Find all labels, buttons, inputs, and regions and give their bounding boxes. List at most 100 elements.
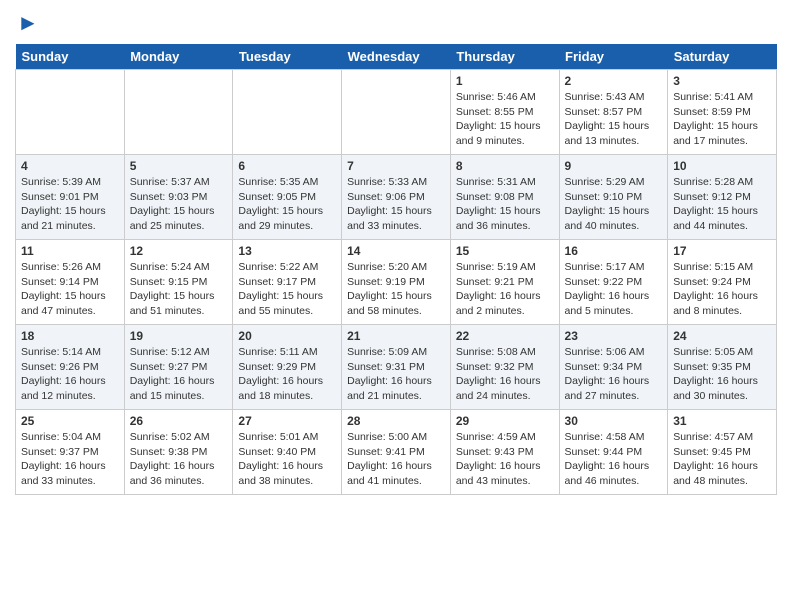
- calendar-cell: 14 Sunrise: 5:20 AMSunset: 9:19 PMDayligh…: [342, 240, 451, 325]
- day-number: 7: [347, 159, 445, 173]
- day-number: 2: [565, 74, 663, 88]
- day-info: Sunrise: 5:06 AMSunset: 9:34 PMDaylight:…: [565, 345, 663, 404]
- calendar-cell: 27 Sunrise: 5:01 AMSunset: 9:40 PMDayligh…: [233, 410, 342, 495]
- day-number: 28: [347, 414, 445, 428]
- day-number: 21: [347, 329, 445, 343]
- week-row-3: 11 Sunrise: 5:26 AMSunset: 9:14 PMDayligh…: [16, 240, 777, 325]
- day-info: Sunrise: 5:29 AMSunset: 9:10 PMDaylight:…: [565, 175, 663, 234]
- calendar-cell: 20 Sunrise: 5:11 AMSunset: 9:29 PMDayligh…: [233, 325, 342, 410]
- day-number: 14: [347, 244, 445, 258]
- day-info: Sunrise: 5:04 AMSunset: 9:37 PMDaylight:…: [21, 430, 119, 489]
- calendar-cell: 26 Sunrise: 5:02 AMSunset: 9:38 PMDayligh…: [124, 410, 233, 495]
- weekday-header-friday: Friday: [559, 44, 668, 70]
- calendar-cell: 13 Sunrise: 5:22 AMSunset: 9:17 PMDayligh…: [233, 240, 342, 325]
- day-number: 1: [456, 74, 554, 88]
- calendar-cell: 28 Sunrise: 5:00 AMSunset: 9:41 PMDayligh…: [342, 410, 451, 495]
- calendar-cell: 18 Sunrise: 5:14 AMSunset: 9:26 PMDayligh…: [16, 325, 125, 410]
- day-info: Sunrise: 4:58 AMSunset: 9:44 PMDaylight:…: [565, 430, 663, 489]
- day-number: 11: [21, 244, 119, 258]
- calendar-cell: 21 Sunrise: 5:09 AMSunset: 9:31 PMDayligh…: [342, 325, 451, 410]
- day-info: Sunrise: 5:43 AMSunset: 8:57 PMDaylight:…: [565, 90, 663, 149]
- weekday-header-tuesday: Tuesday: [233, 44, 342, 70]
- calendar-cell: [16, 70, 125, 155]
- day-number: 16: [565, 244, 663, 258]
- logo-icon: ►: [17, 10, 39, 36]
- calendar-cell: 16 Sunrise: 5:17 AMSunset: 9:22 PMDayligh…: [559, 240, 668, 325]
- weekday-header-thursday: Thursday: [450, 44, 559, 70]
- day-info: Sunrise: 5:28 AMSunset: 9:12 PMDaylight:…: [673, 175, 771, 234]
- day-info: Sunrise: 5:14 AMSunset: 9:26 PMDaylight:…: [21, 345, 119, 404]
- day-number: 20: [238, 329, 336, 343]
- calendar-cell: 11 Sunrise: 5:26 AMSunset: 9:14 PMDayligh…: [16, 240, 125, 325]
- calendar-cell: 4Sunrise: 5:39 AMSunset: 9:01 PMDaylight…: [16, 155, 125, 240]
- day-info: Sunrise: 5:24 AMSunset: 9:15 PMDaylight:…: [130, 260, 228, 319]
- calendar-cell: 7 Sunrise: 5:33 AMSunset: 9:06 PMDaylight…: [342, 155, 451, 240]
- calendar-cell: 29Sunrise: 4:59 AMSunset: 9:43 PMDayligh…: [450, 410, 559, 495]
- calendar-cell: 25 Sunrise: 5:04 AMSunset: 9:37 PMDayligh…: [16, 410, 125, 495]
- day-info: Sunrise: 5:37 AMSunset: 9:03 PMDaylight:…: [130, 175, 228, 234]
- weekday-header-sunday: Sunday: [16, 44, 125, 70]
- day-info: Sunrise: 5:46 AMSunset: 8:55 PMDaylight:…: [456, 90, 554, 149]
- day-info: Sunrise: 5:11 AMSunset: 9:29 PMDaylight:…: [238, 345, 336, 404]
- calendar-cell: 31 Sunrise: 4:57 AMSunset: 9:45 PMDayligh…: [668, 410, 777, 495]
- day-info: Sunrise: 5:05 AMSunset: 9:35 PMDaylight:…: [673, 345, 771, 404]
- day-info: Sunrise: 5:09 AMSunset: 9:31 PMDaylight:…: [347, 345, 445, 404]
- day-number: 26: [130, 414, 228, 428]
- header: ►: [15, 10, 777, 36]
- day-number: 13: [238, 244, 336, 258]
- day-number: 27: [238, 414, 336, 428]
- day-info: Sunrise: 5:17 AMSunset: 9:22 PMDaylight:…: [565, 260, 663, 319]
- day-number: 3: [673, 74, 771, 88]
- day-number: 19: [130, 329, 228, 343]
- logo: ►: [15, 10, 39, 36]
- day-info: Sunrise: 5:39 AMSunset: 9:01 PMDaylight:…: [21, 175, 119, 234]
- day-info: Sunrise: 5:19 AMSunset: 9:21 PMDaylight:…: [456, 260, 554, 319]
- day-info: Sunrise: 5:35 AMSunset: 9:05 PMDaylight:…: [238, 175, 336, 234]
- calendar-cell: [124, 70, 233, 155]
- day-info: Sunrise: 4:57 AMSunset: 9:45 PMDaylight:…: [673, 430, 771, 489]
- day-number: 24: [673, 329, 771, 343]
- calendar-cell: 30 Sunrise: 4:58 AMSunset: 9:44 PMDayligh…: [559, 410, 668, 495]
- week-row-2: 4Sunrise: 5:39 AMSunset: 9:01 PMDaylight…: [16, 155, 777, 240]
- calendar-cell: 8Sunrise: 5:31 AMSunset: 9:08 PMDaylight…: [450, 155, 559, 240]
- weekday-header-wednesday: Wednesday: [342, 44, 451, 70]
- day-number: 5: [130, 159, 228, 173]
- calendar-cell: 10 Sunrise: 5:28 AMSunset: 9:12 PMDayligh…: [668, 155, 777, 240]
- day-number: 31: [673, 414, 771, 428]
- calendar-cell: 2 Sunrise: 5:43 AMSunset: 8:57 PMDaylight…: [559, 70, 668, 155]
- day-number: 30: [565, 414, 663, 428]
- day-info: Sunrise: 5:20 AMSunset: 9:19 PMDaylight:…: [347, 260, 445, 319]
- day-info: Sunrise: 5:08 AMSunset: 9:32 PMDaylight:…: [456, 345, 554, 404]
- day-number: 18: [21, 329, 119, 343]
- calendar-cell: 1 Sunrise: 5:46 AMSunset: 8:55 PMDaylight…: [450, 70, 559, 155]
- weekday-header-row: SundayMondayTuesdayWednesdayThursdayFrid…: [16, 44, 777, 70]
- day-number: 12: [130, 244, 228, 258]
- weekday-header-monday: Monday: [124, 44, 233, 70]
- calendar-cell: 6 Sunrise: 5:35 AMSunset: 9:05 PMDaylight…: [233, 155, 342, 240]
- day-number: 25: [21, 414, 119, 428]
- week-row-5: 25 Sunrise: 5:04 AMSunset: 9:37 PMDayligh…: [16, 410, 777, 495]
- calendar-cell: 17Sunrise: 5:15 AMSunset: 9:24 PMDayligh…: [668, 240, 777, 325]
- week-row-4: 18 Sunrise: 5:14 AMSunset: 9:26 PMDayligh…: [16, 325, 777, 410]
- day-info: Sunrise: 5:22 AMSunset: 9:17 PMDaylight:…: [238, 260, 336, 319]
- calendar-cell: [233, 70, 342, 155]
- day-info: Sunrise: 5:33 AMSunset: 9:06 PMDaylight:…: [347, 175, 445, 234]
- day-info: Sunrise: 5:02 AMSunset: 9:38 PMDaylight:…: [130, 430, 228, 489]
- calendar-cell: 3 Sunrise: 5:41 AMSunset: 8:59 PMDaylight…: [668, 70, 777, 155]
- calendar-cell: 24 Sunrise: 5:05 AMSunset: 9:35 PMDayligh…: [668, 325, 777, 410]
- calendar-cell: 5 Sunrise: 5:37 AMSunset: 9:03 PMDaylight…: [124, 155, 233, 240]
- day-info: Sunrise: 5:00 AMSunset: 9:41 PMDaylight:…: [347, 430, 445, 489]
- day-number: 15: [456, 244, 554, 258]
- day-info: Sunrise: 5:26 AMSunset: 9:14 PMDaylight:…: [21, 260, 119, 319]
- day-number: 6: [238, 159, 336, 173]
- day-info: Sunrise: 5:41 AMSunset: 8:59 PMDaylight:…: [673, 90, 771, 149]
- calendar-cell: 15 Sunrise: 5:19 AMSunset: 9:21 PMDayligh…: [450, 240, 559, 325]
- calendar-cell: 9Sunrise: 5:29 AMSunset: 9:10 PMDaylight…: [559, 155, 668, 240]
- day-info: Sunrise: 5:01 AMSunset: 9:40 PMDaylight:…: [238, 430, 336, 489]
- calendar-cell: 12 Sunrise: 5:24 AMSunset: 9:15 PMDayligh…: [124, 240, 233, 325]
- day-number: 10: [673, 159, 771, 173]
- calendar-cell: 19Sunrise: 5:12 AMSunset: 9:27 PMDayligh…: [124, 325, 233, 410]
- calendar-cell: 22 Sunrise: 5:08 AMSunset: 9:32 PMDayligh…: [450, 325, 559, 410]
- day-number: 22: [456, 329, 554, 343]
- day-number: 23: [565, 329, 663, 343]
